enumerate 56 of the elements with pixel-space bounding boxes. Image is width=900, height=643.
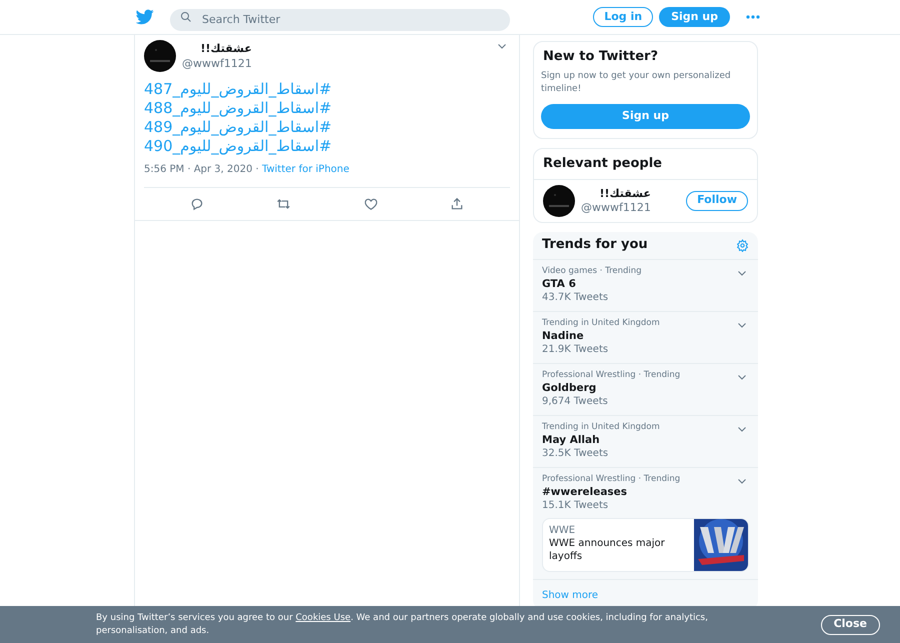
show-more-link[interactable]: Show more [542,590,598,600]
panel-title: Trends for you [542,236,648,254]
share-icon[interactable] [450,197,464,211]
heart-icon[interactable] [364,197,378,211]
more-icon[interactable] [746,15,760,19]
sign-up-button[interactable]: Sign up [541,104,750,129]
cookie-notice: By using Twitter’s services you agree to our Cookies Use. We and our partners operate globally and use cookies, including for analytics, personalisation, and ads. [96,612,709,637]
cookies-use-link[interactable]: Cookies Use [296,613,351,623]
source-link[interactable]: Twitter for iPhone [262,162,350,177]
card-title: Relevant people [534,149,757,180]
trend-name: #wwereleases [542,484,628,498]
hashtag-link[interactable]: #اسقاط_القروض_لليوم_489 [144,118,332,137]
trend-context: Professional Wrestling · Trending [542,472,680,484]
trend-name: May Allah [542,432,600,446]
display-name: عشقتك!! [199,41,252,56]
follow-button[interactable]: Follow [686,190,748,210]
trend-name: GTA 6 [542,276,576,290]
handle: @wwwf1121 [581,200,651,214]
tweet-count: 9,674 Tweets [542,394,608,408]
timestamp: 5:56 PM · Apr 3, 2020 · [144,163,260,177]
news-headline: WWE announces major layoffs [549,536,666,562]
sign-up-button[interactable]: Sign up [659,7,730,27]
trend-context: Trending in United Kingdom [542,316,660,328]
search-field[interactable]: Search Twitter [170,8,510,30]
trend-item[interactable]: Trending in United Kingdom May Allah 32.5K Tweets [533,416,758,468]
news-source: WWE [549,524,576,536]
search-icon [180,11,192,23]
tweet-count: 43.7K Tweets [542,290,608,304]
trend-item[interactable]: Video games · Trending GTA 6 43.7K Tweets [533,260,758,312]
hashtag-link[interactable]: #اسقاط_القروض_لليوم_490 [144,137,332,156]
display-name: عشقتك!! [598,186,651,200]
trend-item[interactable]: Professional Wrestling · Trending #wwereleases 15.1K Tweets WWE WWE announces major layoffs [533,468,758,580]
tweet-count: 21.9K Tweets [542,342,608,356]
tweet-count: 32.5K Tweets [542,446,608,460]
close-button[interactable]: Close [820,614,880,634]
card-title: New to Twitter? [542,49,660,65]
trend-name: Goldberg [542,380,596,394]
settings-icon[interactable] [736,238,749,252]
hashtag-link[interactable]: #اسقاط_القروض_لليوم_488 [144,99,332,118]
trend-name: Nadine [542,328,584,342]
bird-logo-icon[interactable] [136,9,154,25]
avatar [144,40,176,72]
hashtag-link[interactable]: #اسقاط_القروض_لليوم_487 [144,80,332,99]
log-in-button[interactable]: Log in [593,7,654,27]
trend-item[interactable]: Professional Wrestling · Trending Goldberg 9,674 Tweets [533,364,758,416]
tweet-count: 15.1K Tweets [542,498,608,512]
trend-context: Video games · Trending [542,264,642,276]
trend-item[interactable]: Trending in United Kingdom Nadine 21.9K Tweets [533,312,758,364]
handle: @wwwf1121 [182,56,252,71]
reply-icon[interactable] [190,197,204,211]
trend-context: Trending in United Kingdom [542,420,660,432]
avatar [543,184,575,216]
retweet-icon[interactable] [276,197,292,211]
news-card[interactable]: WWE WWE announces major layoffs [542,518,749,572]
trend-context: Professional Wrestling · Trending [542,368,680,380]
card-text: Sign up now to get your own personalized timeline! [541,70,732,96]
